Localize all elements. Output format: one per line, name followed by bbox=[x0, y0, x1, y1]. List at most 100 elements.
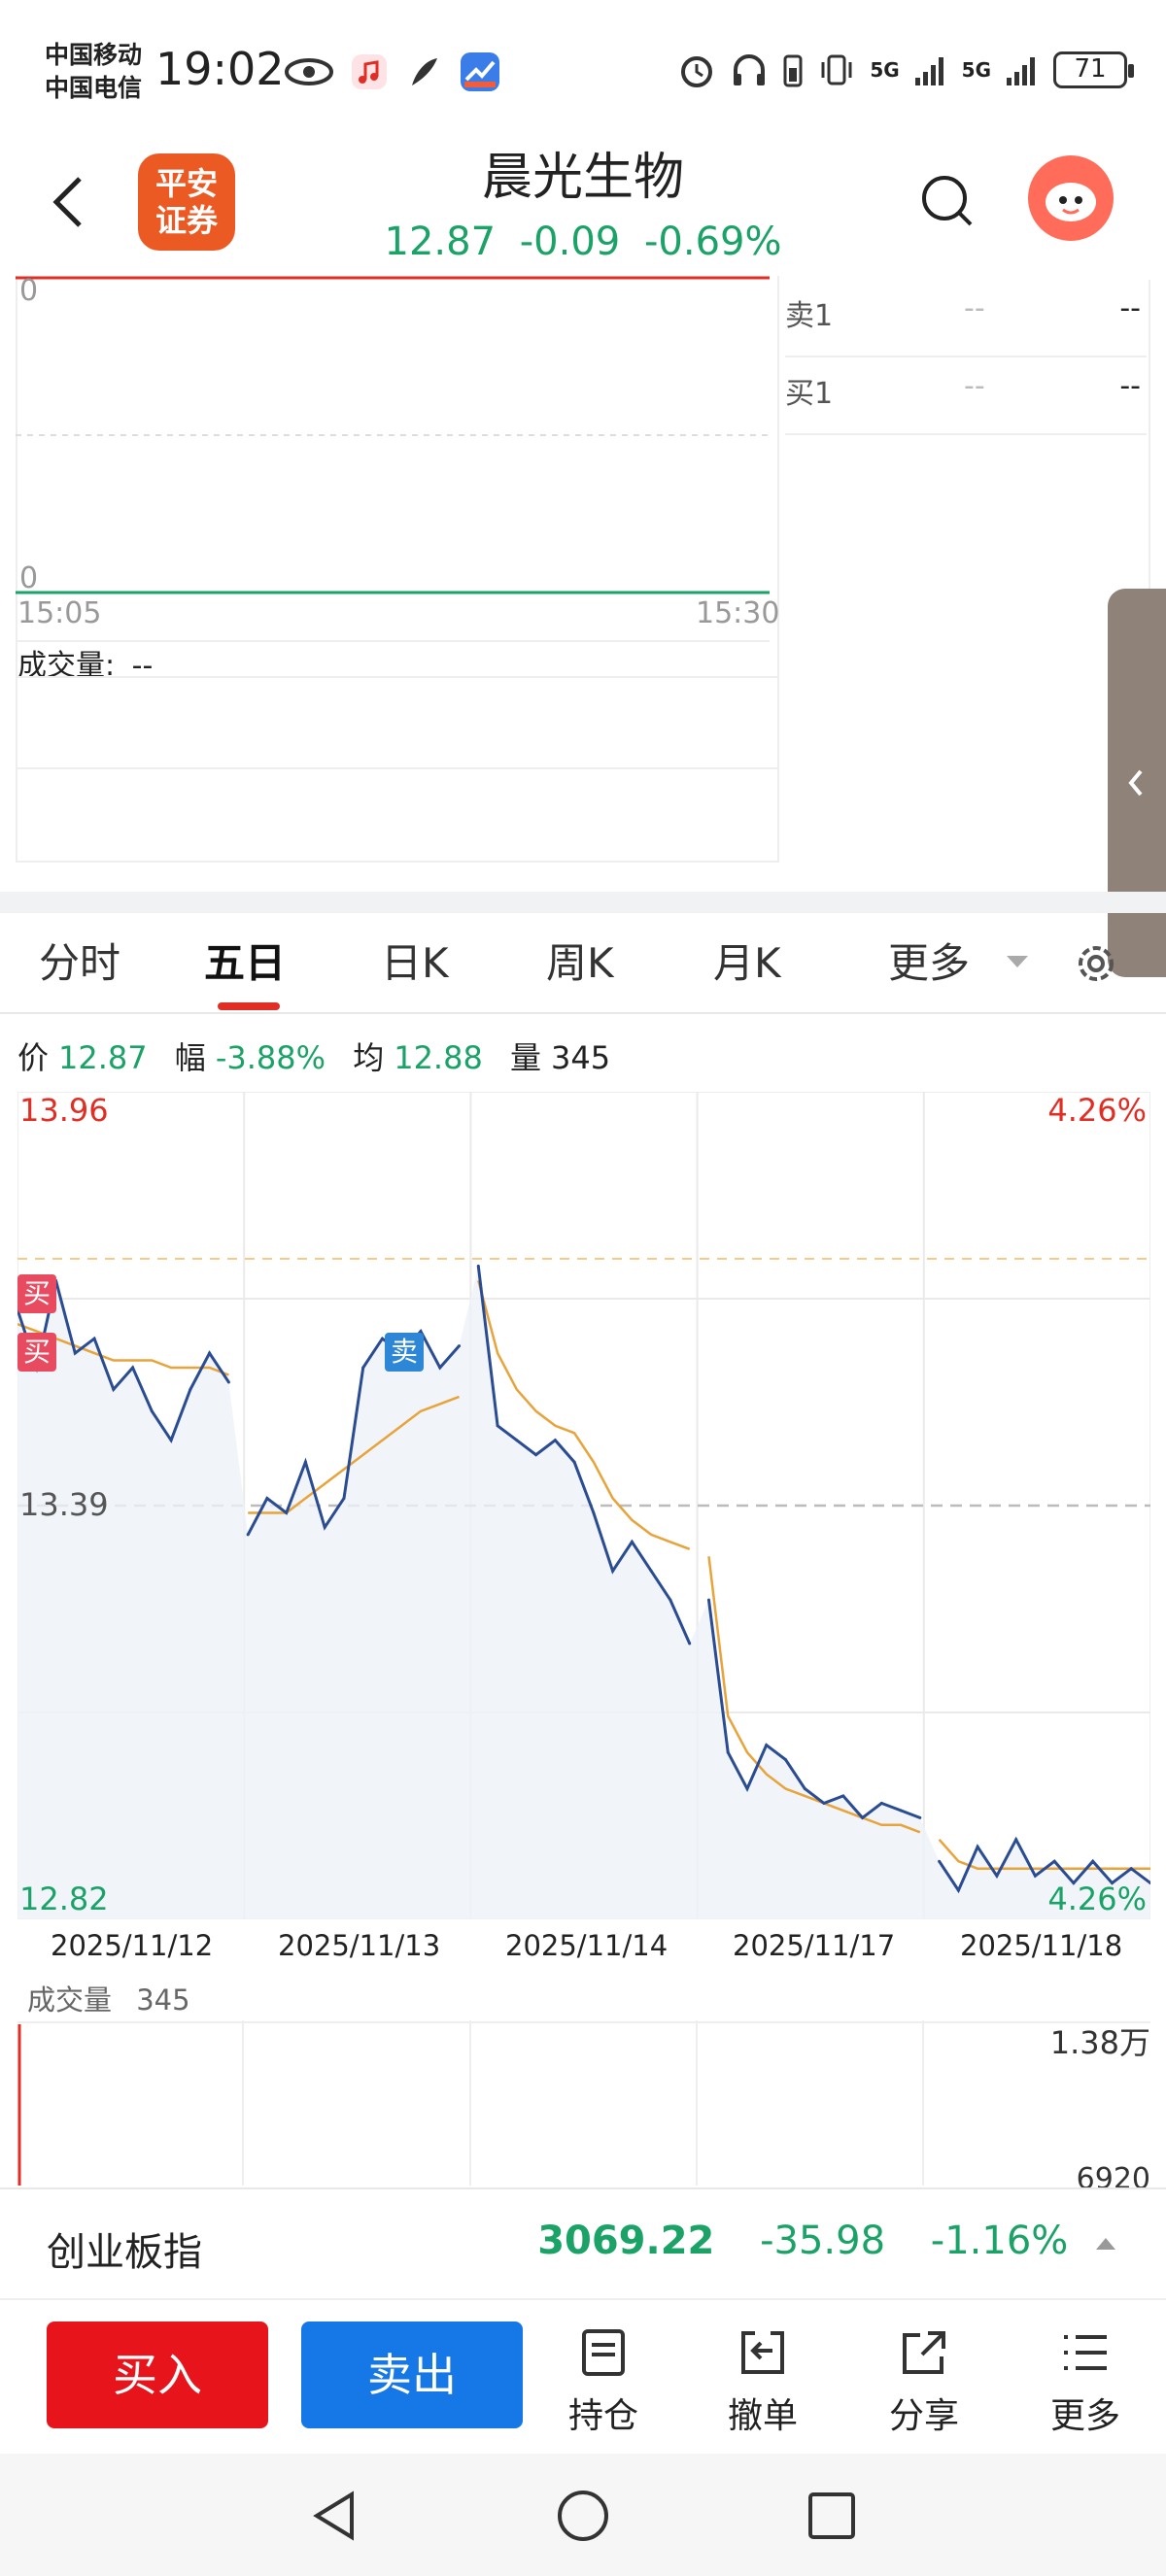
cancel-order-label: 撤单 bbox=[727, 2396, 798, 2436]
price-point bbox=[361, 1366, 365, 1370]
tab-weekly-k[interactable]: 周K bbox=[546, 931, 614, 990]
info-avg-label: 均 bbox=[353, 1039, 385, 1076]
y-axis-high: 13.96 bbox=[19, 1092, 109, 1129]
dropdown-triangle-icon[interactable] bbox=[1005, 952, 1030, 971]
sell-marker[interactable]: 卖 bbox=[385, 1333, 424, 1372]
share-button[interactable]: 分享 bbox=[871, 2327, 977, 2438]
holdings-icon bbox=[582, 2329, 625, 2376]
info-range-label: 幅 bbox=[174, 1039, 206, 1076]
more-button[interactable]: 更多 bbox=[1032, 2327, 1139, 2438]
signal-icon bbox=[914, 57, 943, 85]
tab-intraday[interactable]: 分时 bbox=[39, 931, 120, 990]
buy-button[interactable]: 买入 bbox=[47, 2322, 268, 2428]
stock-app-icon bbox=[461, 52, 499, 91]
price-point bbox=[458, 1344, 462, 1348]
volume-mid-label: 6920 bbox=[1076, 2162, 1150, 2187]
order-row-ask1: 卖1 -- -- bbox=[785, 280, 1147, 357]
price-point bbox=[285, 1510, 289, 1514]
buy-marker[interactable]: 买 bbox=[17, 1274, 56, 1313]
price-point bbox=[1052, 1859, 1056, 1863]
price-point bbox=[476, 1264, 480, 1268]
section-separator bbox=[0, 892, 1166, 913]
price-point bbox=[553, 1439, 557, 1442]
feather-app-icon bbox=[412, 58, 437, 85]
sell-button[interactable]: 卖出 bbox=[301, 2322, 523, 2428]
order-price: -- bbox=[964, 291, 985, 325]
date-label: 2025/11/17 bbox=[733, 1929, 896, 1962]
nav-back-icon[interactable] bbox=[307, 2489, 361, 2543]
nav-home-icon[interactable] bbox=[556, 2489, 610, 2543]
order-row-bid1: 买1 -- -- bbox=[785, 357, 1147, 435]
price-point bbox=[515, 1439, 519, 1442]
price-point bbox=[112, 1387, 116, 1391]
stock-quote: 12.87 -0.09 -0.69% bbox=[0, 220, 1166, 264]
price-point bbox=[841, 1794, 845, 1798]
price-area-fill bbox=[17, 1266, 1150, 1919]
price-point bbox=[572, 1460, 576, 1464]
info-avg: 12.88 bbox=[394, 1039, 483, 1076]
five-day-chart[interactable] bbox=[17, 1092, 1150, 1919]
battery-icon: 71 bbox=[1053, 51, 1134, 88]
price-point bbox=[323, 1525, 326, 1529]
order-price: -- bbox=[964, 369, 985, 403]
pct-axis-low: 4.26% bbox=[1047, 1881, 1147, 1917]
network-5g-1: 5G bbox=[870, 58, 900, 82]
price-point bbox=[1014, 1838, 1018, 1842]
price-point bbox=[879, 1801, 883, 1805]
intraday-divider bbox=[16, 676, 779, 678]
stock-price: 12.87 bbox=[384, 220, 497, 264]
bottom-action-bar: 买入 卖出 持仓 撤单 分享 更多 bbox=[0, 2298, 1166, 2454]
tab-five-day[interactable]: 五日 bbox=[204, 931, 286, 990]
share-icon bbox=[903, 2331, 945, 2374]
price-point bbox=[688, 1642, 692, 1645]
headphones-icon bbox=[734, 54, 766, 85]
price-point bbox=[765, 1744, 769, 1747]
tab-more[interactable]: 更多 bbox=[888, 931, 970, 990]
carrier-2: 中国电信 bbox=[45, 74, 143, 102]
volume-max-label: 1.38万 bbox=[1049, 2024, 1150, 2061]
tab-daily-k[interactable]: 日K bbox=[381, 931, 449, 990]
price-point bbox=[342, 1497, 346, 1501]
settings-gear-icon[interactable] bbox=[1073, 940, 1119, 987]
search-button[interactable] bbox=[919, 173, 977, 235]
price-point bbox=[630, 1540, 634, 1543]
price-point bbox=[899, 1809, 903, 1813]
date-label: 2025/11/18 bbox=[960, 1929, 1123, 1962]
avatar[interactable] bbox=[1028, 155, 1114, 241]
buy-marker[interactable]: 买 bbox=[17, 1333, 56, 1372]
price-point bbox=[995, 1874, 999, 1878]
cancel-order-icon bbox=[741, 2331, 784, 2374]
price-point bbox=[592, 1510, 596, 1514]
volume-title-value: 345 bbox=[136, 1983, 190, 2017]
tab-monthly-k[interactable]: 月K bbox=[713, 931, 781, 990]
intraday-top-value: 0 bbox=[19, 274, 39, 308]
cancel-order-button[interactable]: 撤单 bbox=[709, 2327, 816, 2438]
system-navigation-bar bbox=[0, 2454, 1166, 2576]
index-values: 3069.22 -35.98 -1.16% bbox=[504, 2219, 1117, 2263]
stock-name: 晨光生物 bbox=[481, 149, 684, 207]
holdings-button[interactable]: 持仓 bbox=[550, 2327, 657, 2438]
price-point bbox=[534, 1453, 538, 1457]
info-vol-label: 量 bbox=[509, 1039, 541, 1076]
price-point bbox=[303, 1460, 307, 1464]
date-label: 2025/11/14 bbox=[505, 1929, 669, 1962]
active-tab-indicator bbox=[218, 1002, 280, 1010]
price-point bbox=[803, 1786, 806, 1790]
price-point bbox=[438, 1366, 442, 1370]
price-point bbox=[669, 1598, 672, 1602]
status-bar: 中国移动 中国电信 19:02 5G 5G 71 bbox=[0, 0, 1166, 136]
price-point bbox=[150, 1409, 154, 1413]
price-point bbox=[976, 1845, 979, 1848]
price-point bbox=[496, 1424, 499, 1428]
status-app-icons bbox=[284, 51, 501, 93]
expand-up-icon[interactable] bbox=[1094, 2234, 1117, 2254]
search-icon bbox=[922, 176, 973, 226]
menu-icon bbox=[1064, 2335, 1107, 2370]
date-label: 2025/11/13 bbox=[278, 1929, 441, 1962]
vibrate-icon bbox=[821, 54, 852, 85]
intraday-chart bbox=[16, 276, 770, 642]
price-point bbox=[246, 1533, 250, 1537]
nav-recents-icon[interactable] bbox=[806, 2491, 857, 2541]
index-ticker-bar[interactable]: 创业板指 3069.22 -35.98 -1.16% bbox=[0, 2187, 1166, 2298]
music-icon bbox=[352, 54, 387, 89]
